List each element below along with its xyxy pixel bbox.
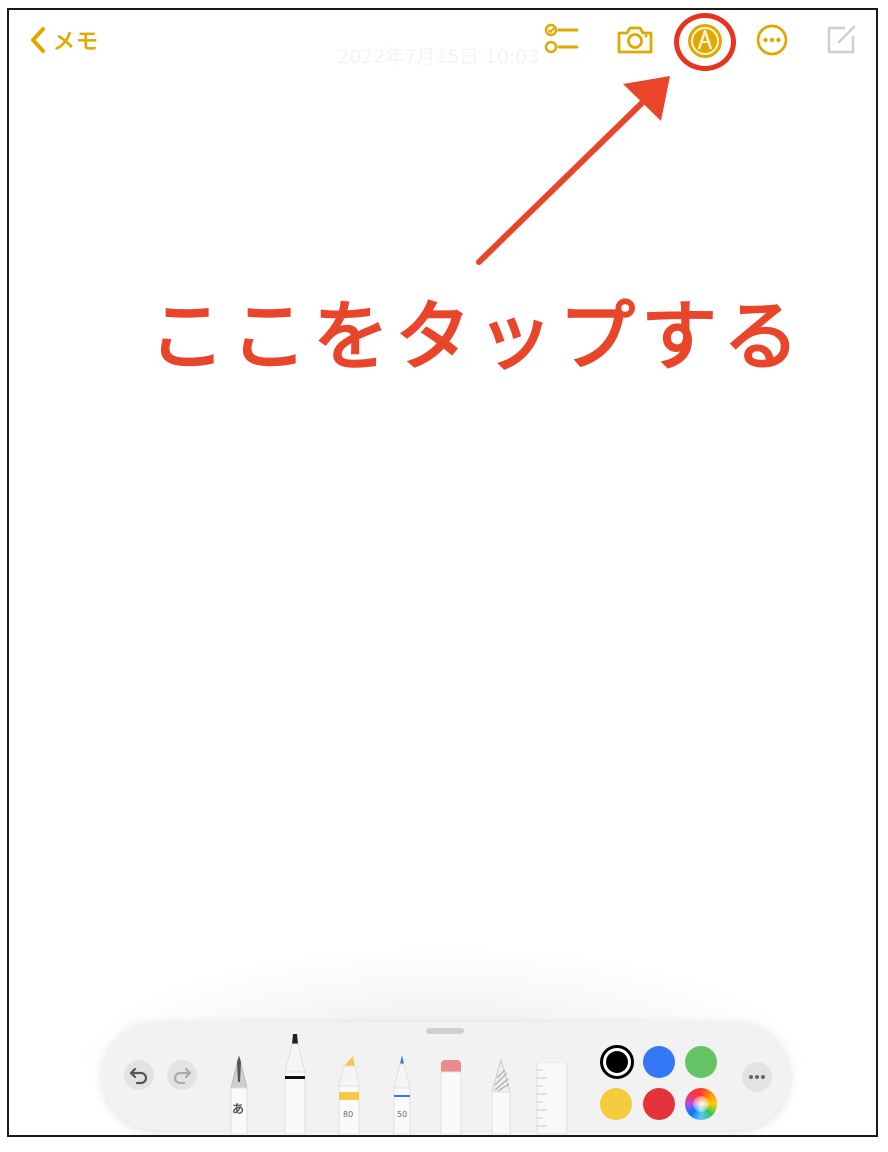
undo-icon (129, 1067, 148, 1085)
blue-pen-tool[interactable]: 50 (387, 1052, 417, 1135)
color-swatch-red[interactable] (643, 1088, 675, 1120)
lasso-tool[interactable] (486, 1058, 516, 1135)
color-picker-wheel[interactable] (685, 1088, 717, 1120)
annotation-text: ここをタップする (149, 292, 805, 381)
pen-tool[interactable]: あ (224, 1052, 254, 1135)
tool-palette: あ 80 50 (102, 1022, 790, 1135)
highlighter-tool[interactable]: 80 (334, 1052, 364, 1135)
pen-icon (230, 1055, 248, 1135)
color-swatch-green[interactable] (685, 1046, 717, 1078)
redo-button[interactable] (167, 1060, 197, 1090)
screen-frame: メモ 2022年7月15日 10:03 ここをタップする あ 80 50 (7, 8, 878, 1137)
blue-pen-label: 50 (397, 1110, 408, 1119)
color-swatch-yellow[interactable] (600, 1088, 632, 1120)
ruler-tool[interactable] (535, 1061, 569, 1135)
eraser-tool[interactable] (436, 1058, 466, 1135)
black-dot (606, 1051, 628, 1073)
ellipsis-icon (749, 1075, 765, 1079)
palette-more-button[interactable] (742, 1062, 772, 1092)
redo-icon (173, 1067, 192, 1085)
ruler-icon (536, 1061, 568, 1135)
pen-label: あ (232, 1102, 245, 1116)
marker-icon (284, 1034, 306, 1135)
eraser-icon (440, 1060, 462, 1135)
marker-tool[interactable] (280, 1032, 310, 1135)
blue-pen-icon (393, 1055, 411, 1135)
highlighter-label: 80 (343, 1110, 354, 1119)
undo-button[interactable] (124, 1060, 154, 1090)
wheel-center (693, 1096, 709, 1112)
lasso-icon (491, 1058, 511, 1135)
palette-grabber[interactable] (426, 1028, 464, 1034)
color-swatch-blue[interactable] (643, 1046, 675, 1078)
color-swatch-black[interactable] (600, 1045, 634, 1079)
highlighter-icon (338, 1056, 360, 1135)
annotation-arrow (476, 76, 670, 265)
